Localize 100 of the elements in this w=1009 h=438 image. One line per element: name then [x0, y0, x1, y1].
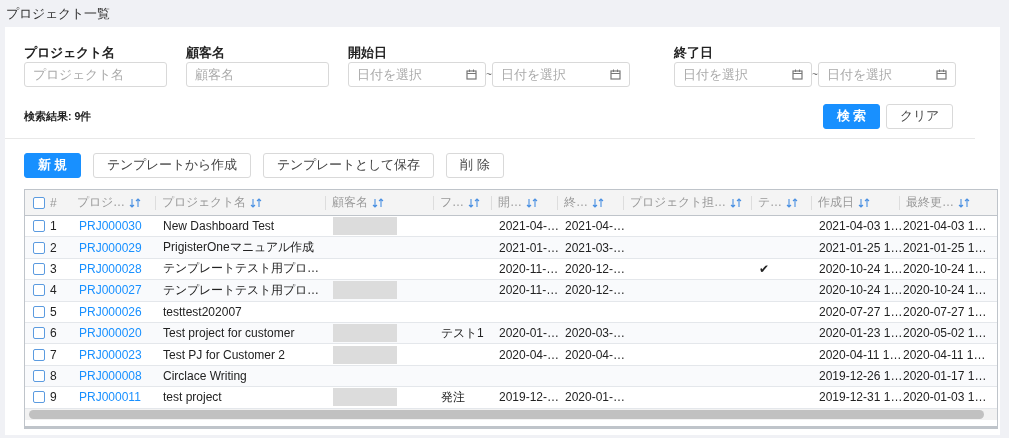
- row-number: 2: [50, 240, 57, 255]
- checkbox[interactable]: [33, 327, 45, 340]
- table-cell: テンプレートテスト用プロ…: [163, 281, 319, 299]
- secondary-button[interactable]: テンプレートとして保存: [263, 153, 435, 178]
- field-label: プロジェクト名: [24, 46, 115, 61]
- table-cell: 2020-04-11 1…: [819, 347, 902, 362]
- sort-icon[interactable]: [250, 197, 262, 208]
- column-header[interactable]: 最終更…: [906, 194, 954, 211]
- table-cell: 2019-12-…: [499, 390, 560, 405]
- table-cell: 2020-01-…: [499, 326, 560, 341]
- table-cell: 2020-11-…: [499, 283, 559, 298]
- project-id-link[interactable]: PRJ000008: [79, 368, 142, 383]
- table-cell: 2020-04-11 1…: [903, 347, 986, 362]
- row-number: 1: [50, 219, 57, 234]
- sort-icon[interactable]: [958, 197, 970, 208]
- table-cell: 2020-07-27 1…: [903, 304, 987, 319]
- checkbox[interactable]: [33, 391, 45, 404]
- sort-icon[interactable]: [372, 197, 384, 208]
- column-header[interactable]: プロジ…: [77, 194, 125, 211]
- table-cell: 2020-07-27 1…: [819, 304, 903, 319]
- column-header[interactable]: 顧客名: [332, 194, 368, 211]
- table-cell: 2020-01-03 1…: [903, 390, 987, 405]
- sort-icon[interactable]: [526, 197, 538, 208]
- table-cell: テスト1: [441, 324, 484, 342]
- range-separator: ~: [812, 69, 818, 80]
- column-header[interactable]: テ…: [758, 194, 782, 211]
- project-id-link[interactable]: PRJ000023: [79, 347, 142, 362]
- secondary-button[interactable]: 削 除: [446, 153, 504, 178]
- project-id-link[interactable]: PRJ000030: [79, 219, 142, 234]
- table-cell: 2020-04-…: [565, 347, 626, 362]
- row-number: 4: [50, 283, 57, 298]
- primary-button[interactable]: 検 索: [822, 104, 880, 129]
- table-cell: 2021-04-03 1…: [819, 219, 903, 234]
- date-field[interactable]: 日付を選択: [492, 62, 630, 87]
- calendar-icon: [610, 69, 621, 80]
- sort-icon[interactable]: [786, 197, 798, 208]
- project-id-link[interactable]: PRJ000026: [79, 304, 142, 319]
- date-field[interactable]: 日付を選択: [674, 62, 812, 87]
- sort-icon[interactable]: [858, 197, 870, 208]
- checkbox[interactable]: [33, 369, 45, 382]
- sort-icon[interactable]: [730, 197, 742, 208]
- project-id-link[interactable]: PRJ000029: [79, 240, 142, 255]
- checkbox[interactable]: [33, 305, 45, 318]
- page-title: プロジェクト一覧: [5, 5, 110, 23]
- table-cell: 2021-04-03 1…: [903, 219, 987, 234]
- calendar-icon: [466, 69, 477, 80]
- range-separator: ~: [486, 69, 492, 80]
- table-cell: 2020-04-…: [499, 347, 560, 362]
- project-id-link[interactable]: PRJ000027: [79, 283, 142, 298]
- table-cell: 2021-01-25 1…: [903, 240, 987, 255]
- table-cell: 2020-12-…: [565, 261, 626, 276]
- sort-icon[interactable]: [468, 197, 480, 208]
- table-cell: 2020-10-24 1…: [819, 261, 903, 276]
- table-cell: 2019-12-26 1…: [819, 368, 903, 383]
- table-cell: test project: [163, 390, 222, 405]
- scrollbar-track[interactable]: [25, 408, 997, 420]
- table-cell: 2020-10-24 1…: [819, 283, 903, 298]
- project-id-link[interactable]: PRJ000011: [79, 390, 141, 405]
- secondary-button[interactable]: クリア: [886, 104, 953, 129]
- checkbox[interactable]: [33, 284, 45, 297]
- sort-icon[interactable]: [592, 197, 604, 208]
- field-label: 顧客名: [186, 46, 225, 61]
- column-header[interactable]: 終…: [564, 194, 588, 211]
- checkbox[interactable]: [33, 196, 45, 209]
- calendar-icon: [936, 69, 947, 80]
- checkbox[interactable]: [33, 262, 45, 275]
- table-cell: テンプレートテスト用プロ…: [163, 260, 319, 278]
- input-field[interactable]: プロジェクト名: [24, 62, 167, 87]
- primary-button[interactable]: 新 規: [24, 153, 82, 178]
- row-number: 8: [50, 368, 57, 383]
- table-cell: 発注: [441, 388, 465, 406]
- input-field[interactable]: 顧客名: [186, 62, 329, 87]
- checkbox[interactable]: [33, 220, 45, 233]
- project-id-link[interactable]: PRJ000020: [79, 326, 142, 341]
- checkbox[interactable]: [33, 348, 45, 361]
- table-cell: New Dashboard Test: [163, 219, 275, 234]
- column-header[interactable]: #: [50, 195, 57, 210]
- project-id-link[interactable]: PRJ000028: [79, 261, 142, 276]
- calendar-icon: [792, 69, 803, 80]
- row-number: 7: [50, 347, 57, 362]
- table-cell: 2020-10-24 1…: [903, 283, 987, 298]
- column-header[interactable]: 作成日: [818, 194, 854, 211]
- sort-icon[interactable]: [129, 197, 141, 208]
- column-header[interactable]: プロジェクト担…: [630, 194, 726, 211]
- column-header[interactable]: プロジェクト名: [162, 194, 246, 211]
- column-header[interactable]: 開…: [498, 194, 522, 211]
- date-field[interactable]: 日付を選択: [348, 62, 486, 87]
- table-cell: PrigisterOneマニュアル作成: [163, 239, 314, 257]
- secondary-button[interactable]: テンプレートから作成: [93, 153, 252, 178]
- column-header[interactable]: フ…: [440, 194, 464, 211]
- field-label: 開始日: [348, 46, 387, 61]
- row-number: 3: [50, 261, 57, 276]
- row-number: 9: [50, 390, 57, 405]
- table-cell: 2020-03-…: [565, 326, 626, 341]
- date-field[interactable]: 日付を選択: [818, 62, 956, 87]
- scrollbar-thumb[interactable]: [29, 409, 984, 419]
- table-cell: 2020-10-24 1…: [903, 261, 987, 276]
- table-cell: Test project for customer: [163, 326, 295, 341]
- checkbox[interactable]: [33, 241, 45, 254]
- table-cell: 2020-01-…: [565, 390, 626, 405]
